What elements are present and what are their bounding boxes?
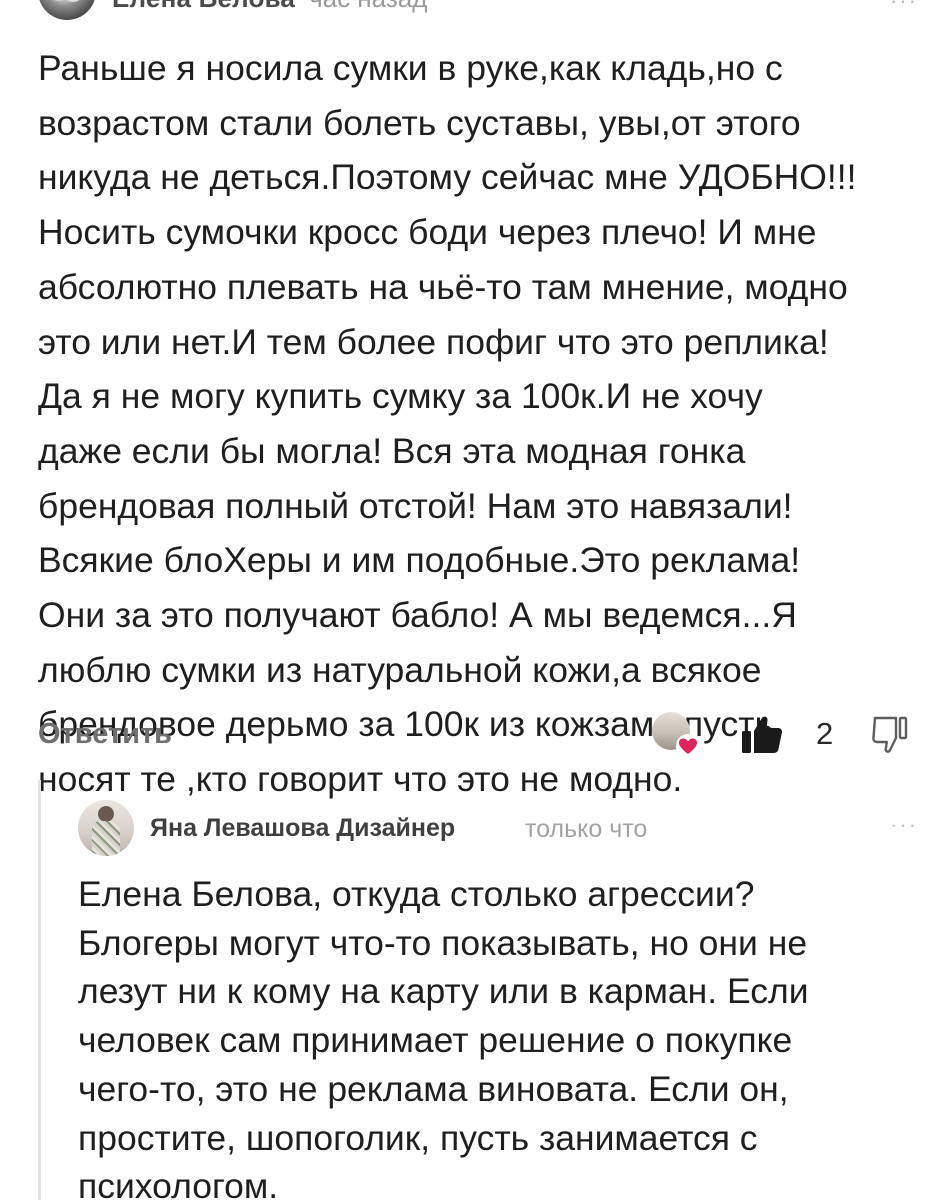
more-options-icon[interactable]: ··· bbox=[890, 0, 918, 14]
reply-line: Елена Белова, откуда столько агрессии? bbox=[78, 874, 755, 914]
comment-line: брендовая полный отстой! Нам это навязал… bbox=[38, 485, 793, 526]
comment-line: Раньше я носила сумки в руке,как кладь,н… bbox=[38, 48, 783, 88]
liker-avatar[interactable] bbox=[652, 712, 700, 758]
reply-button[interactable]: Ответить bbox=[38, 718, 172, 751]
heart-icon bbox=[676, 734, 700, 758]
reply-author-avatar[interactable] bbox=[78, 800, 134, 856]
comment-line: абсолютно плевать на чьё-то там мнение, … bbox=[38, 266, 848, 307]
comment-line: даже если бы могла! Вся эта модная гонка bbox=[38, 430, 746, 471]
reply-header: Яна Левашова Дизайнер только что ··· bbox=[78, 800, 918, 856]
comment-line: Да я не могу купить сумку за 100к.И не х… bbox=[38, 376, 763, 417]
comment-actions: Ответить 2 bbox=[38, 712, 918, 762]
reply-line: Блогеры могут что-то показывать, но они … bbox=[78, 922, 808, 963]
comment-line: Они за это получают бабло! А мы ведемся.… bbox=[38, 595, 797, 636]
avatar-dress bbox=[92, 821, 120, 856]
comment-line: люблю сумки из натуральной кожи,а всякое bbox=[38, 649, 762, 690]
comment-line: это или нет.И тем более пофиг что это ре… bbox=[38, 321, 829, 362]
reply-thread-line bbox=[38, 780, 41, 1200]
thumbs-down-icon[interactable] bbox=[870, 714, 910, 756]
reply-line: лезут ни к кому на карту или в карман. Е… bbox=[78, 971, 809, 1012]
reply-more-options-icon[interactable]: ··· bbox=[890, 812, 918, 838]
comment-header: Елена Белова час назад ··· bbox=[38, 0, 918, 20]
comment-line: возрастом стали болеть суставы, увы,от э… bbox=[38, 102, 801, 143]
comment-line: Носить сумочки кросс боди через плечо! И… bbox=[38, 212, 817, 253]
reply-author[interactable]: Яна Левашова Дизайнер bbox=[150, 814, 455, 843]
like-count: 2 bbox=[816, 716, 834, 751]
comment-line: никуда не деться.Поэтому сейчас мне УДОБ… bbox=[38, 157, 857, 198]
comment-author[interactable]: Елена Белова bbox=[112, 0, 295, 14]
comment-line: Всякие блоХеры и им подобные.Это реклама… bbox=[38, 540, 801, 581]
comments-screen: Елена Белова час назад ··· Раньше я носи… bbox=[0, 0, 949, 1200]
author-avatar[interactable] bbox=[38, 0, 96, 20]
reply-body: Елена Белова, откуда столько агрессии? Б… bbox=[78, 870, 918, 1200]
avatar-head bbox=[98, 806, 114, 822]
thumbs-up-icon[interactable] bbox=[740, 712, 784, 756]
reply-line: чего-то, это не реклама виновата. Если о… bbox=[78, 1068, 789, 1109]
reply-line: психологом. bbox=[78, 1166, 279, 1200]
reply-time: только что bbox=[525, 815, 648, 843]
comment-body: Раньше я носила сумки в руке,как кладь,н… bbox=[38, 41, 918, 807]
comment-time: час назад bbox=[309, 0, 427, 14]
reply-line: человек сам принимает решение о покупке bbox=[78, 1020, 793, 1061]
reply-line: простите, шопоголик, пусть занимается с bbox=[78, 1117, 758, 1158]
